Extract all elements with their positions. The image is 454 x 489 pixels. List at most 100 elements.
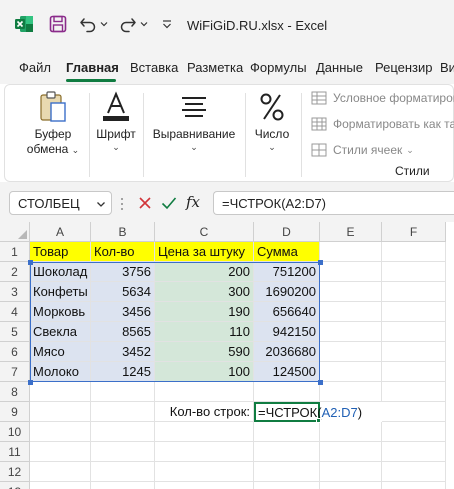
table-cell[interactable]: 3452 (91, 342, 155, 362)
column-header-d[interactable]: D (254, 222, 320, 242)
cell[interactable] (382, 262, 446, 282)
cell[interactable] (382, 322, 446, 342)
tab-formulas[interactable]: Формулы (250, 60, 307, 75)
cell-styles-button[interactable]: Стили ячеек ⌄ (311, 143, 414, 157)
cell[interactable] (254, 422, 320, 442)
formula-input[interactable]: =ЧСТРОК(A2:D7) (213, 191, 454, 215)
cell[interactable] (155, 442, 254, 462)
cell[interactable] (320, 282, 382, 302)
cell[interactable] (320, 462, 382, 482)
table-cell[interactable]: 3756 (91, 262, 155, 282)
cell[interactable] (382, 242, 446, 262)
range-resize-handle[interactable] (27, 259, 33, 265)
cell[interactable] (30, 422, 91, 442)
cell[interactable] (382, 482, 446, 489)
table-cell[interactable]: Свекла (30, 322, 91, 342)
cell[interactable] (30, 442, 91, 462)
cell[interactable] (30, 482, 91, 489)
table-cell[interactable]: 751200 (254, 262, 320, 282)
cell[interactable] (382, 282, 446, 302)
table-cell[interactable]: Шоколад (30, 262, 91, 282)
redo-dropdown-icon[interactable] (139, 17, 149, 31)
insert-function-icon[interactable]: fx (186, 193, 200, 211)
table-cell[interactable]: 590 (155, 342, 254, 362)
table-cell[interactable]: 3456 (91, 302, 155, 322)
row-count-label[interactable]: Кол-во строк: (155, 402, 254, 422)
row-header-7[interactable]: 7 (0, 362, 30, 382)
cell[interactable] (320, 382, 382, 402)
cell[interactable] (30, 402, 91, 422)
table-cell[interactable]: Молоко (30, 362, 91, 382)
customize-toolbar-icon[interactable] (161, 17, 173, 31)
column-header-b[interactable]: B (91, 222, 155, 242)
table-cell[interactable]: 2036680 (254, 342, 320, 362)
cell[interactable] (91, 442, 155, 462)
column-header-a[interactable]: A (30, 222, 91, 242)
cell[interactable] (320, 482, 382, 489)
cell[interactable] (91, 402, 155, 422)
row-header-1[interactable]: 1 (0, 242, 30, 262)
range-resize-handle[interactable] (317, 259, 323, 265)
row-header-9[interactable]: 9 (0, 402, 30, 422)
cell[interactable] (382, 302, 446, 322)
cell[interactable] (320, 362, 382, 382)
tab-review[interactable]: Рецензир (375, 60, 433, 75)
cell[interactable] (382, 422, 446, 442)
redo-icon[interactable] (118, 14, 138, 34)
table-cell[interactable]: 1690200 (254, 282, 320, 302)
enter-check-icon[interactable] (160, 194, 178, 212)
clipboard-group[interactable]: Буфер обмена ⌄ (23, 89, 83, 157)
cell[interactable] (91, 382, 155, 402)
row-header-6[interactable]: 6 (0, 342, 30, 362)
row-header-3[interactable]: 3 (0, 282, 30, 302)
row-header-2[interactable]: 2 (0, 262, 30, 282)
number-group[interactable]: Число ⌄ (251, 89, 293, 152)
cancel-icon[interactable] (137, 195, 153, 211)
alignment-group[interactable]: Выравнивание ⌄ (149, 89, 239, 152)
range-resize-handle[interactable] (27, 379, 33, 385)
cell[interactable] (382, 342, 446, 362)
cell[interactable] (320, 302, 382, 322)
row-header-11[interactable]: 11 (0, 442, 30, 462)
cell[interactable] (320, 442, 382, 462)
cell[interactable] (254, 462, 320, 482)
cell[interactable] (30, 462, 91, 482)
range-resize-handle[interactable] (317, 379, 323, 385)
cell[interactable] (30, 382, 91, 402)
cell[interactable] (382, 382, 446, 402)
save-icon[interactable] (49, 15, 67, 33)
select-all-corner[interactable] (0, 222, 30, 242)
table-cell[interactable]: Морковь (30, 302, 91, 322)
tab-file[interactable]: Файл (19, 60, 51, 75)
table-cell[interactable]: 942150 (254, 322, 320, 342)
drag-handle-icon[interactable] (120, 196, 124, 212)
row-header-10[interactable]: 10 (0, 422, 30, 442)
table-cell[interactable]: 100 (155, 362, 254, 382)
row-header-13[interactable]: 13 (0, 482, 30, 489)
cell[interactable] (382, 442, 446, 462)
tab-insert[interactable]: Вставка (130, 60, 178, 75)
row-header-5[interactable]: 5 (0, 322, 30, 342)
undo-dropdown-icon[interactable] (99, 17, 109, 31)
fill-handle[interactable] (316, 418, 321, 423)
cell[interactable] (91, 462, 155, 482)
tab-page-layout[interactable]: Разметка (187, 60, 243, 75)
table-cell[interactable]: 110 (155, 322, 254, 342)
cell[interactable] (320, 322, 382, 342)
cell[interactable] (320, 242, 382, 262)
table-cell[interactable]: 300 (155, 282, 254, 302)
cell[interactable] (320, 262, 382, 282)
cell[interactable] (382, 462, 446, 482)
cell[interactable] (155, 482, 254, 489)
table-cell[interactable]: 124500 (254, 362, 320, 382)
table-cell[interactable]: 656640 (254, 302, 320, 322)
cell[interactable] (91, 422, 155, 442)
row-header-12[interactable]: 12 (0, 462, 30, 482)
undo-icon[interactable] (78, 14, 98, 34)
cell[interactable] (320, 342, 382, 362)
table-cell[interactable]: Конфеты (30, 282, 91, 302)
cell[interactable] (254, 442, 320, 462)
table-cell[interactable]: 190 (155, 302, 254, 322)
column-header-e[interactable]: E (320, 222, 382, 242)
spreadsheet-grid[interactable]: ABCDEF12345678910111213ТоварКол-воЦена з… (0, 222, 454, 489)
